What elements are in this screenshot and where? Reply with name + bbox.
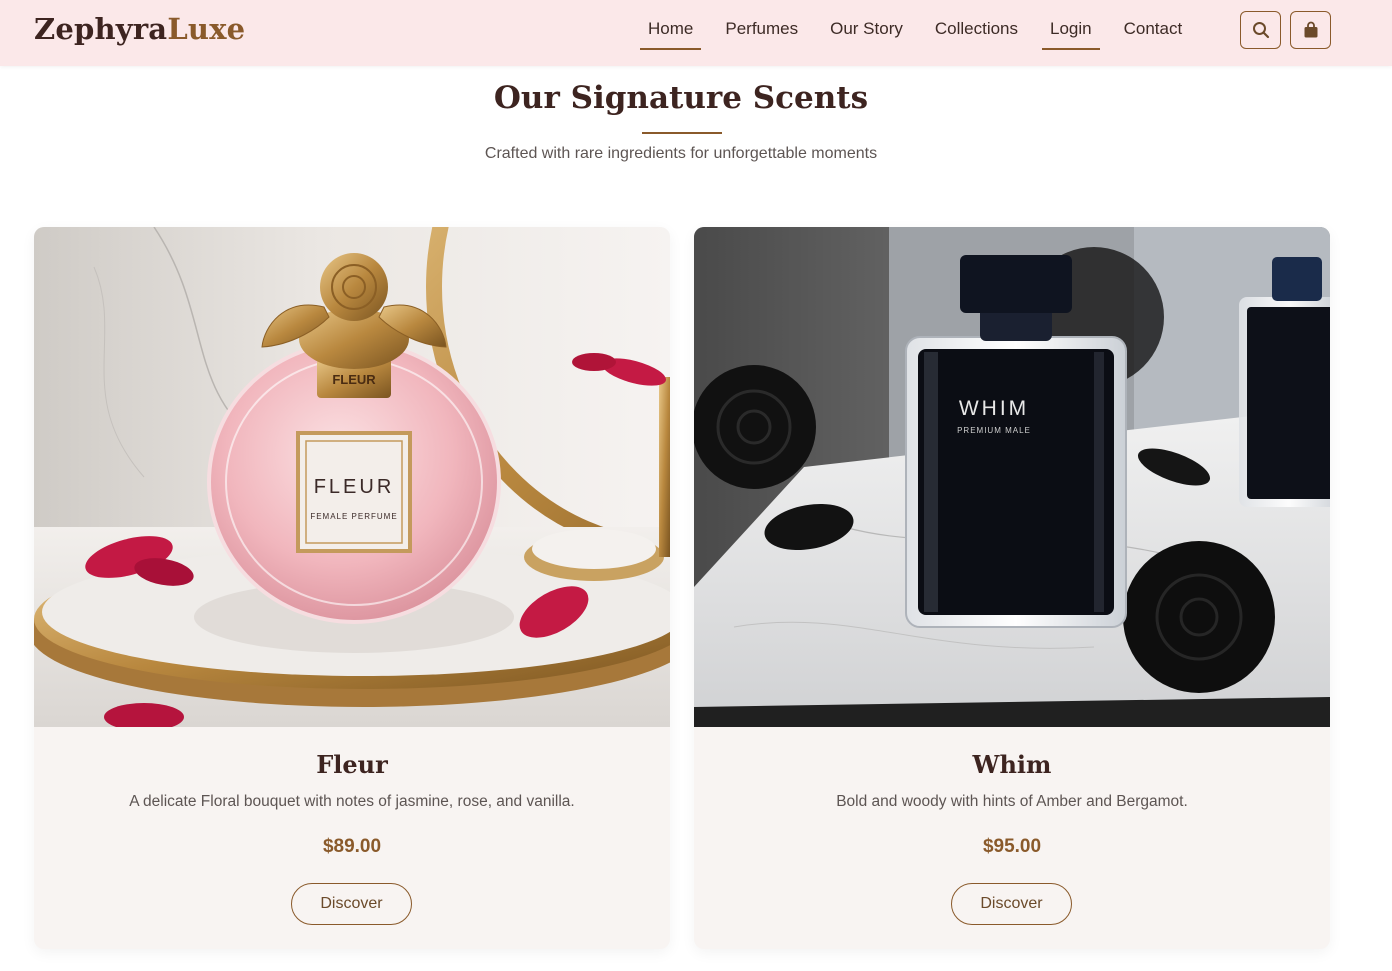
whim-bottle-label: WHIM [959, 397, 1029, 420]
fleur-product-image[interactable]: FLEUR FLEUR FEMALE PERFUME [34, 227, 670, 727]
nav-item-collections[interactable]: Collections [919, 0, 1034, 66]
brand-name-part2: Luxe [167, 12, 246, 46]
cart-button[interactable] [1290, 11, 1331, 49]
product-price: $95.00 [982, 836, 1042, 857]
main-nav: Home Perfumes Our Story Collections Logi… [632, 0, 1198, 66]
nav-item-perfumes[interactable]: Perfumes [709, 0, 814, 66]
discover-button-whim[interactable]: Discover [951, 883, 1072, 925]
whim-product-image[interactable]: WHIM PREMIUM MALE [694, 227, 1330, 727]
search-icon [1252, 22, 1269, 39]
search-button[interactable] [1240, 11, 1281, 49]
fleur-bottle-sublabel: FEMALE PERFUME [310, 512, 397, 521]
product-name: Whim [972, 750, 1052, 779]
nav-item-home[interactable]: Home [632, 0, 709, 66]
product-description: Bold and woody with hints of Amber and B… [836, 793, 1188, 810]
section-subtitle: Crafted with rare ingredients for unforg… [484, 145, 878, 162]
fleur-bottle-label: FLEUR [314, 476, 395, 498]
product-price: $89.00 [322, 836, 382, 857]
nav-item-login[interactable]: Login [1034, 0, 1108, 66]
brand-logo[interactable]: ZephyraLuxe [34, 12, 245, 46]
fleur-cap-label: FLEUR [332, 372, 376, 387]
nav-item-contact[interactable]: Contact [1108, 0, 1199, 66]
title-underline [642, 132, 722, 134]
navbar: ZephyraLuxe Home Perfumes Our Story Coll… [0, 0, 1392, 66]
product-card-whim: WHIM PREMIUM MALE Whim Bold and woody wi… [694, 227, 1330, 949]
section-title: Our Signature Scents [493, 80, 869, 116]
brand-name-part1: Zephyra [34, 12, 168, 46]
nav-item-our-story[interactable]: Our Story [814, 0, 919, 66]
whim-bottle-sublabel: PREMIUM MALE [957, 426, 1031, 435]
discover-button-fleur[interactable]: Discover [291, 883, 412, 925]
product-description: A delicate Floral bouquet with notes of … [129, 793, 575, 810]
shopping-bag-icon [1304, 21, 1317, 38]
product-name: Fleur [316, 750, 388, 779]
product-card-fleur: FLEUR FLEUR FEMALE PERFUME Fleur A delic… [34, 227, 670, 949]
